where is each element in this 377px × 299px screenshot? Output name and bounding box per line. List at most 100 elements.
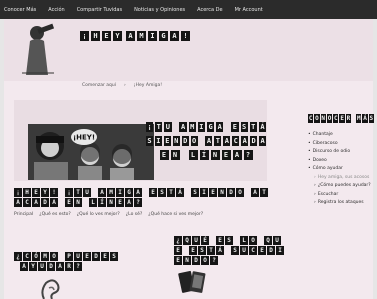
help-heading-letter: U — [74, 252, 82, 261]
happening-heading-letter: U — [273, 236, 281, 245]
nav-item-compartir[interactable]: Compartir Tuvidas — [77, 7, 122, 13]
page-heading-letter: A — [98, 188, 106, 197]
page-heading-letter: A — [32, 198, 40, 207]
happening-heading-letter: S — [225, 236, 233, 245]
site-title-letter: A — [170, 31, 179, 41]
site-title[interactable]: ¡ H E Y A M I G A! — [80, 31, 190, 41]
hero-headline-space — [200, 136, 204, 146]
top-navigation: Conocer Más Acción Compartir Tuvidas Not… — [0, 0, 377, 19]
subnav-link[interactable]: ¿Qué es esto? — [39, 212, 71, 217]
hero-headline-letter: A — [179, 122, 187, 132]
hero-headline-letter: U — [164, 122, 172, 132]
sidebar-link[interactable]: Registra los ataques — [308, 200, 374, 205]
sidebar-title-space — [352, 114, 355, 123]
phone-cards-illustration — [178, 270, 206, 293]
sidebar-link[interactable]: Doxeo — [308, 158, 374, 163]
help-heading-letter: D — [92, 252, 100, 261]
page-heading-letter: S — [158, 188, 166, 197]
sidebar-link[interactable]: ¿Cómo puedes ayudar? — [308, 183, 374, 188]
hero-headline-letter: S — [145, 136, 153, 146]
page-heading-letter: N — [74, 198, 82, 207]
page-heading-letter: E — [32, 188, 40, 197]
happening-heading-letter: O — [249, 236, 257, 245]
hero-headline-letter: C — [232, 136, 240, 146]
subnav-link[interactable]: Principal — [14, 212, 33, 217]
page-heading-letter: T — [260, 188, 268, 197]
page-heading-space — [185, 188, 190, 197]
sidebar-link[interactable]: Chantaje — [308, 132, 374, 137]
happening-heading-letter: S — [231, 246, 239, 255]
site-title-letter: Y — [113, 31, 122, 41]
site-title-letter: H — [91, 31, 100, 41]
ear-illustration — [41, 279, 60, 299]
happening-heading-space — [234, 236, 239, 245]
page-heading-letter: G — [125, 188, 133, 197]
hero-headline-space — [225, 122, 229, 132]
sidebar-title: CONOCERMÁS — [308, 114, 374, 123]
happening-heading-letter: D — [192, 256, 200, 265]
page-heading-letter: I — [116, 188, 124, 197]
sidebar-link[interactable]: Ciberacoso — [308, 141, 374, 146]
sidebar-link[interactable]: Cómo ayudar — [308, 166, 374, 171]
hero-headline-line: E N L Í N E A? — [146, 150, 266, 160]
hero-headline-letter: N — [210, 150, 220, 160]
sidebar-title-letter: R — [345, 114, 352, 123]
hero-headline-letter: A — [259, 136, 267, 146]
help-heading-letter: A — [56, 262, 64, 271]
page-heading-letter: Í — [98, 198, 106, 207]
hero-headline-letter: A — [216, 122, 224, 132]
page-heading-letter: E — [116, 198, 124, 207]
sidebar-link[interactable]: Escuchar — [308, 192, 374, 197]
nav-item-accion[interactable]: Acción — [48, 7, 64, 13]
help-heading-letter: D — [47, 262, 55, 271]
nav-item-noticias[interactable]: Noticias y Opiniones — [134, 7, 185, 13]
nav-item-acerca-de[interactable]: Acerca De — [197, 7, 222, 13]
site-title-letter: ¡ — [80, 31, 89, 41]
hero-headline-letter: I — [154, 136, 162, 146]
happening-heading-letter: I — [276, 246, 284, 255]
page-heading-letter: Á — [176, 188, 184, 197]
hero-headline-space — [174, 122, 178, 132]
nav-item-account[interactable]: Mr Account — [235, 7, 263, 13]
happening-heading-letter: Á — [216, 246, 224, 255]
hero-headline-letter: A — [241, 136, 249, 146]
page-body: ¡ H E Y A M I G A! Comenzar aquí › ¡Hey Amiga! ¡… — [4, 19, 374, 299]
hero-headline-letter: T — [249, 122, 257, 132]
hero-headline-space — [182, 150, 187, 160]
hero-bubble-text: ¡HEY! — [73, 134, 95, 142]
page-heading-letter: A — [134, 188, 142, 197]
page-heading-letter: H — [23, 188, 31, 197]
happening-heading-letter: E — [174, 246, 182, 255]
help-heading-letter: ? — [74, 262, 82, 271]
happening-heading-space — [258, 236, 263, 245]
sidebar-link[interactable]: Discurso de odio — [308, 149, 374, 154]
hero-headline-letter: I — [197, 122, 205, 132]
hero-headline-letter: E — [163, 136, 171, 146]
page-heading-space — [245, 188, 250, 197]
page-heading-letter: A — [251, 188, 259, 197]
sidebar-link[interactable]: Hey amiga, sus acosos — [308, 175, 374, 180]
happening-heading-letter: Q — [264, 236, 272, 245]
subnav-link[interactable]: ¿Lo sé? — [126, 212, 143, 217]
hero-headline-letter: N — [172, 136, 180, 146]
hero-headline-letter: S — [240, 122, 248, 132]
subnav-link[interactable]: ¿Qué lo ves mejor? — [77, 212, 120, 217]
help-heading-letter: A — [20, 262, 28, 271]
happening-heading-space — [225, 246, 230, 255]
hero-headline-letter: E — [231, 122, 239, 132]
happening-heading: ¿ Q U É E S L O Q U E E S T Á S U C E D I E N D O? — [174, 236, 284, 265]
happening-heading-letter: Q — [183, 236, 191, 245]
nav-item-conocer-mas[interactable]: Conocer Más — [4, 7, 36, 13]
happening-heading-letter: U — [240, 246, 248, 255]
hero-headline-line: ¡ T U A M I G A E S T Á — [145, 122, 267, 132]
page-heading-letter: N — [107, 198, 115, 207]
breadcrumb-home[interactable]: Comenzar aquí — [82, 83, 116, 88]
hero-headline-letter: T — [214, 136, 222, 146]
page-heading-letter: D — [41, 198, 49, 207]
happening-heading-letter: U — [192, 236, 200, 245]
hero-headline-letter: N — [170, 150, 180, 160]
site-title-letter: M — [137, 31, 146, 41]
subnav-link[interactable]: ¿Qué hace si ves mejor? — [148, 212, 203, 217]
page-heading-letter: M — [107, 188, 115, 197]
page-heading-letter: T — [167, 188, 175, 197]
